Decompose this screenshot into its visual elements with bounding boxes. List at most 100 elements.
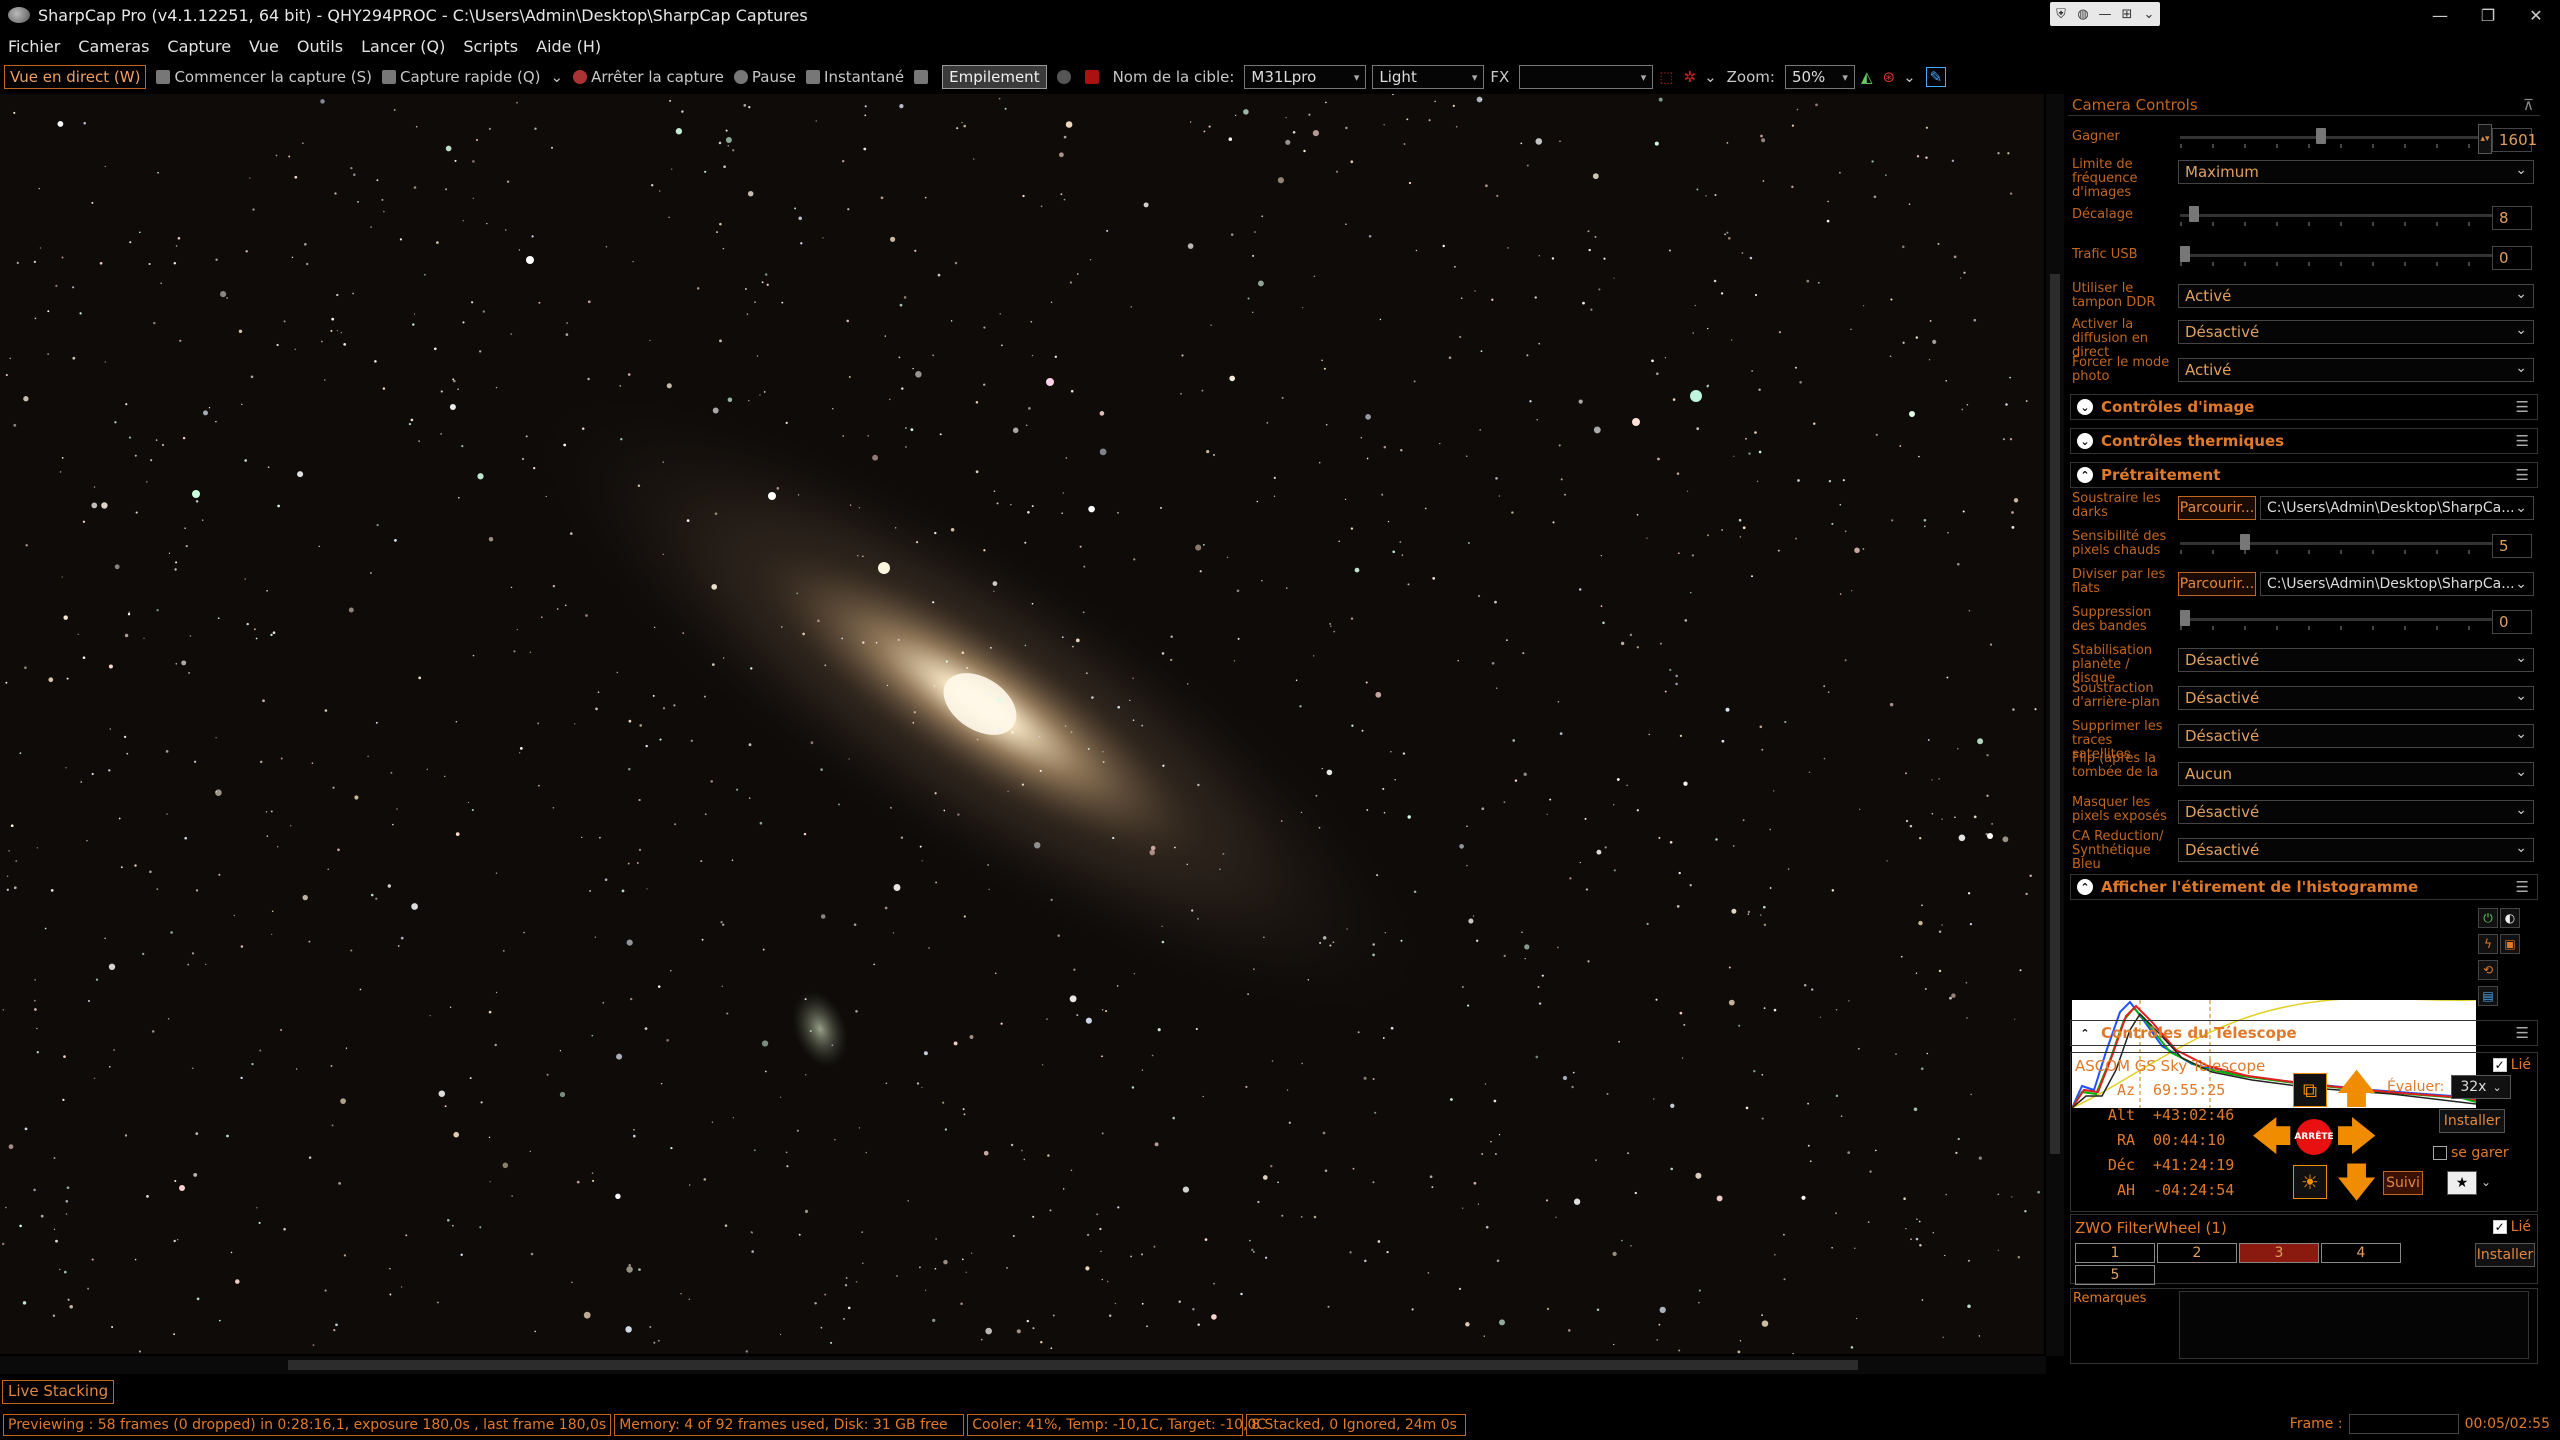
dash-icon[interactable]: — <box>2094 2 2116 26</box>
menu-view[interactable]: Vue <box>249 37 279 56</box>
gain-value[interactable]: 1601 <box>2492 128 2537 152</box>
arrow-up-icon[interactable]: 🡅 <box>2336 1069 2377 1109</box>
darks-browse-button[interactable]: Parcourir... <box>2178 496 2256 520</box>
section-thermal-controls[interactable]: ⌄ Contrôles thermiques ☰ <box>2070 428 2538 454</box>
darks-path-combo[interactable]: C:\Users\Admin\Desktop\SharpCa... <box>2260 496 2534 520</box>
menu-icon[interactable]: ☰ <box>2516 466 2529 484</box>
start-capture-button[interactable]: Commencer la capture (S) <box>156 68 372 86</box>
filter-slot-1[interactable]: 1 <box>2075 1243 2155 1263</box>
menu-file[interactable]: Fichier <box>8 37 60 56</box>
section-histogram[interactable]: ⌃ Afficher l'étirement de l'histogramme ☰ <box>2070 874 2538 900</box>
histogram-icon[interactable]: ◭ <box>1861 68 1873 86</box>
stop-capture-button[interactable]: Arrêter la capture <box>573 68 724 86</box>
circle-icon[interactable] <box>1056 70 1071 84</box>
reset-icon[interactable]: ⟲ <box>2478 960 2498 980</box>
power-icon[interactable]: ⏻ <box>2478 908 2498 928</box>
frame-type-combo[interactable]: Light <box>1372 65 1485 89</box>
viewer-vertical-scrollbar[interactable] <box>2046 94 2064 1356</box>
menu-capture[interactable]: Capture <box>167 37 231 56</box>
screens-icon[interactable] <box>914 70 929 84</box>
tray-mini-icons[interactable]: ⛨ ◍ — ⊞ ⌄ <box>2050 2 2160 26</box>
chevron-down-icon[interactable]: ⌄ <box>551 68 564 86</box>
menu-icon[interactable]: ☰ <box>2516 398 2529 416</box>
focus-icon[interactable]: ⊛ <box>1882 68 1895 86</box>
select-area-icon[interactable]: ⬚ <box>1659 68 1673 86</box>
banding-value[interactable]: 0 <box>2492 610 2532 634</box>
hotpix-slider[interactable] <box>2180 534 2492 554</box>
background-dropdown[interactable]: Désactivé <box>2178 686 2534 710</box>
viewer-horizontal-scrollbar[interactable] <box>0 1356 2046 1374</box>
live-view-button[interactable]: Vue en direct (W) <box>4 65 147 89</box>
section-image-controls[interactable]: ⌄ Contrôles d'image ☰ <box>2070 394 2538 420</box>
filter-slot-4[interactable]: 4 <box>2321 1243 2401 1263</box>
shield-icon[interactable]: ⛨ <box>2050 2 2072 26</box>
framerate-dropdown[interactable]: Maximum <box>2178 160 2534 184</box>
flats-browse-button[interactable]: Parcourir... <box>2178 572 2256 596</box>
stacking-button[interactable]: Empilement <box>942 65 1047 89</box>
pen-icon[interactable]: ✎ <box>1925 67 1947 87</box>
hotpix-value[interactable]: 5 <box>2492 534 2532 558</box>
park-checkbox[interactable]: se garer <box>2433 1145 2509 1161</box>
flip-dropdown[interactable]: Aucun <box>2178 762 2534 786</box>
lightning-icon[interactable]: ϟ <box>2478 934 2498 954</box>
ddr-dropdown[interactable]: Activé <box>2178 284 2534 308</box>
rate-dropdown[interactable]: 32x ⌄ <box>2451 1075 2511 1099</box>
chevron-down-icon[interactable]: ⌄ <box>2481 1175 2491 1189</box>
fx-combo[interactable] <box>1519 65 1654 89</box>
star-icon[interactable]: ★ <box>2447 1171 2477 1195</box>
satellite-dropdown[interactable]: Désactivé <box>2178 724 2534 748</box>
contrast-icon[interactable]: ◐ <box>2500 908 2520 928</box>
track-button[interactable]: Suivi <box>2383 1171 2423 1195</box>
mask-dropdown[interactable]: Désactivé <box>2178 800 2534 824</box>
banding-slider-knob[interactable] <box>2180 610 2190 626</box>
globe-icon[interactable]: ◍ <box>2072 2 2094 26</box>
stop-button[interactable]: ARRÊTE <box>2294 1119 2334 1155</box>
menu-icon[interactable]: ☰ <box>2516 432 2529 450</box>
menu-tools[interactable]: Outils <box>297 37 343 56</box>
snapshot-button[interactable]: Instantané <box>806 68 904 86</box>
menu-icon[interactable]: ☰ <box>2516 1024 2529 1042</box>
chevron-down-icon[interactable]: ⌄ <box>2138 2 2160 26</box>
target-icon[interactable] <box>1084 70 1099 84</box>
menu-icon[interactable]: ☰ <box>2516 878 2529 896</box>
chevron-down-icon[interactable]: ⌄ <box>1704 68 1717 86</box>
image-viewer[interactable] <box>0 94 2044 1354</box>
target-name-combo[interactable]: M31Lpro <box>1244 65 1367 89</box>
usb-value[interactable]: 0 <box>2492 246 2532 270</box>
stream-dropdown[interactable]: Désactivé <box>2178 320 2534 344</box>
restore-icon[interactable]: ⊞ <box>2116 2 2138 26</box>
banding-slider[interactable] <box>2180 610 2492 630</box>
offset-slider-knob[interactable] <box>2189 206 2199 222</box>
sun-icon[interactable]: ☀ <box>2293 1165 2327 1199</box>
section-preprocessing[interactable]: ⌃ Prétraitement ☰ <box>2070 462 2538 488</box>
planet-dropdown[interactable]: Désactivé <box>2178 648 2534 672</box>
lock-icon[interactable]: ▣ <box>2500 934 2520 954</box>
photo-dropdown[interactable]: Activé <box>2178 358 2534 382</box>
usb-slider-knob[interactable] <box>2180 246 2190 262</box>
menu-scripts[interactable]: Scripts <box>463 37 518 56</box>
pause-button[interactable]: Pause <box>733 68 796 86</box>
arrow-down-icon[interactable]: 🡇 <box>2336 1163 2377 1203</box>
telescope-linked-checkbox[interactable]: ✓ Lié <box>2492 1057 2531 1073</box>
goto-icon[interactable]: ⧉ <box>2293 1073 2327 1107</box>
gain-slider-knob[interactable] <box>2316 128 2326 144</box>
pin-icon[interactable]: ⊼ <box>2523 96 2534 114</box>
chevron-down-icon[interactable]: ⌄ <box>1903 68 1916 86</box>
save-icon[interactable]: ▤ <box>2478 986 2498 1006</box>
menu-cameras[interactable]: Cameras <box>78 37 149 56</box>
menu-help[interactable]: Aide (H) <box>536 37 601 56</box>
zoom-combo[interactable]: 50% <box>1784 65 1855 89</box>
filterwheel-setup-button[interactable]: Installer <box>2475 1243 2535 1267</box>
crosshair-icon[interactable]: ✲ <box>1683 68 1696 86</box>
gain-stepper[interactable]: ▴▾ <box>2478 124 2492 154</box>
flats-path-combo[interactable]: C:\Users\Admin\Desktop\SharpCa... <box>2260 572 2534 596</box>
maximize-button[interactable]: ❐ <box>2464 0 2512 30</box>
telescope-setup-button[interactable]: Installer <box>2439 1109 2505 1133</box>
close-button[interactable]: ✕ <box>2512 0 2560 30</box>
filter-slot-3[interactable]: 3 <box>2239 1243 2319 1263</box>
hotpix-slider-knob[interactable] <box>2240 534 2250 550</box>
usb-slider[interactable] <box>2180 246 2492 266</box>
notes-textarea[interactable] <box>2179 1291 2529 1359</box>
minimize-button[interactable]: — <box>2416 0 2464 30</box>
menu-run[interactable]: Lancer (Q) <box>361 37 445 56</box>
